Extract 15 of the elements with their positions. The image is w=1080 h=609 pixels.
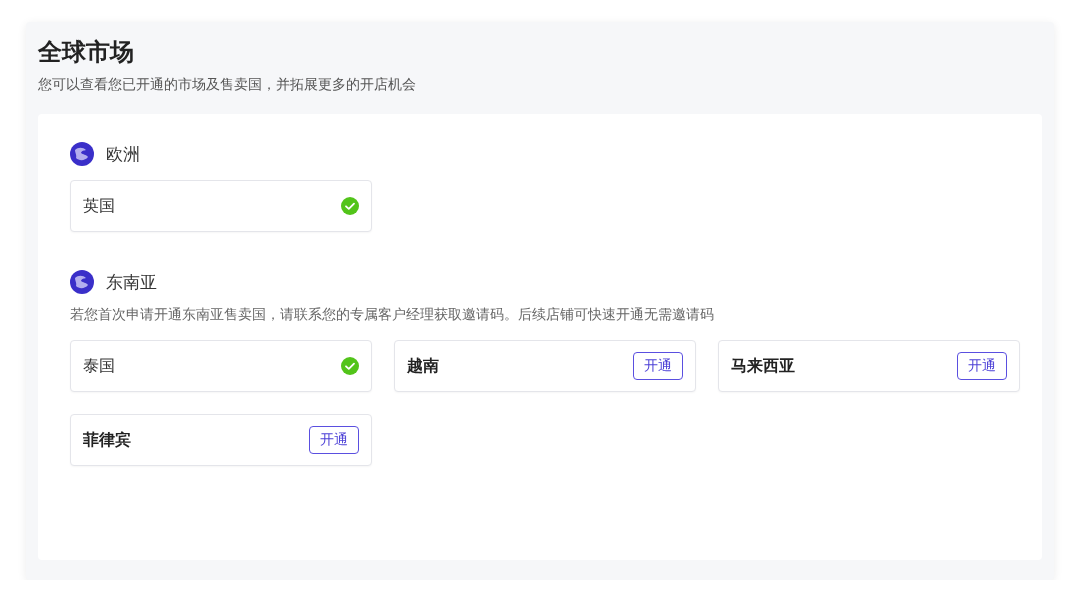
country-name: 泰国 bbox=[83, 355, 115, 377]
region-title: 欧洲 bbox=[106, 142, 140, 166]
activate-button[interactable]: 开通 bbox=[957, 352, 1007, 380]
region-note: 若您首次申请开通东南亚售卖国，请联系您的专属客户经理获取邀请码。后续店铺可快速开通无需邀请码 bbox=[70, 306, 715, 324]
country-name: 英国 bbox=[83, 195, 115, 217]
globe-icon bbox=[70, 270, 94, 294]
region-title: 东南亚 bbox=[106, 270, 157, 294]
activate-button[interactable]: 开通 bbox=[309, 426, 359, 454]
country-name: 菲律宾 bbox=[83, 429, 131, 451]
page-subtitle: 您可以查看您已开通的市场及售卖国，并拓展更多的开店机会 bbox=[38, 76, 417, 94]
globe-icon bbox=[70, 142, 94, 166]
activate-button[interactable]: 开通 bbox=[633, 352, 683, 380]
country-name: 马来西亚 bbox=[731, 355, 795, 377]
country-name: 越南 bbox=[407, 355, 439, 377]
page-title: 全球市场 bbox=[38, 37, 135, 68]
